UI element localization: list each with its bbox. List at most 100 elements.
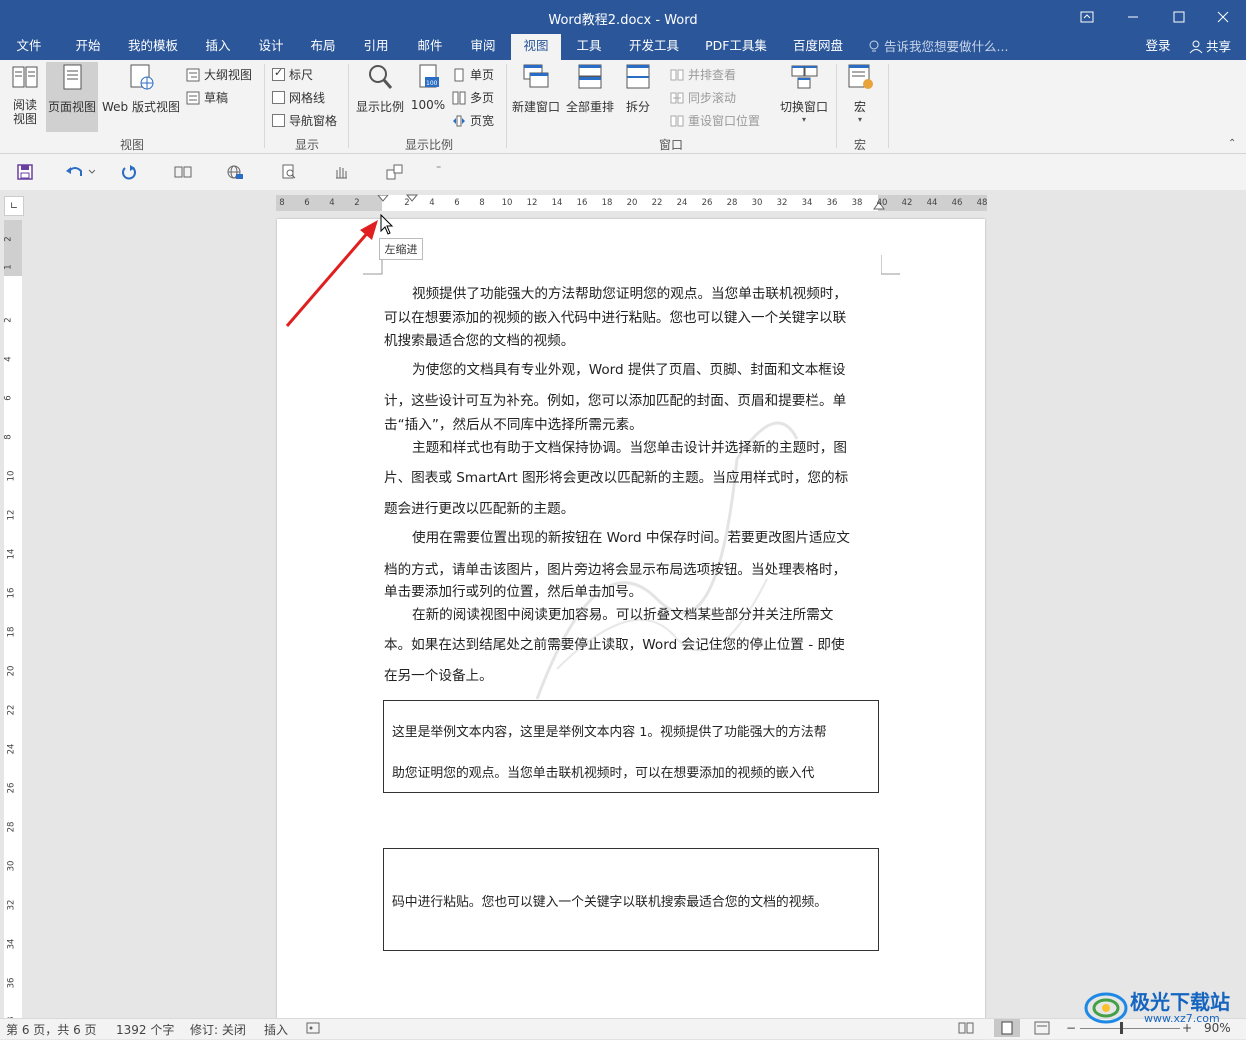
print-preview-button[interactable] <box>278 162 300 182</box>
page-count[interactable]: 第 6 页，共 6 页 <box>6 1021 97 1038</box>
text-box[interactable]: 码中进行粘贴。您也可以键入一个关键字以联机搜索最适合您的文档的视频。 <box>383 848 879 951</box>
navigation-pane-checkbox[interactable]: 导航窗格 <box>272 112 337 129</box>
synchronous-scrolling-button[interactable]: 同步滚动 <box>670 89 736 106</box>
touch-mode-button[interactable] <box>330 162 352 182</box>
side-by-side-qat-button[interactable] <box>172 162 194 182</box>
document-line[interactable]: 主题和样式也有助于文档保持协调。当您单击设计并选择新的主题时，图 <box>412 436 847 456</box>
tab-tools[interactable]: 工具 <box>564 34 614 60</box>
undo-button[interactable] <box>62 162 98 182</box>
tab-references[interactable]: 引用 <box>350 34 402 60</box>
document-line[interactable]: 档的方式，请单击该图片，图片旁边将会显示布局选项按钮。当处理表格时， <box>384 558 846 578</box>
ruler-tick-label: 14 <box>551 198 563 208</box>
document-line[interactable]: 可以在想要添加的视频的嵌入代码中进行粘贴。您也可以键入一个关键字以联 <box>384 306 846 326</box>
one-page-label: 单页 <box>470 68 495 82</box>
ruler-tick-label: 32 <box>776 198 788 208</box>
print-layout-button[interactable]: 页面视图 <box>46 62 98 132</box>
tab-home[interactable]: 开始 <box>62 34 114 60</box>
tell-me-box[interactable]: 告诉我您想要做什么... <box>868 34 1018 60</box>
document-line[interactable]: 击“插入”，然后从不同库中选择所需元素。 <box>384 413 643 433</box>
collapse-ribbon-icon[interactable]: ⌃ <box>1228 138 1236 149</box>
read-mode-button[interactable]: 阅读 视图 <box>4 62 46 126</box>
more-commands-button[interactable] <box>384 162 406 182</box>
redo-button[interactable] <box>118 162 140 182</box>
ruler-label: 标尺 <box>289 68 314 82</box>
web-layout-status-icon[interactable] <box>1034 1021 1050 1038</box>
document-line[interactable]: 计，这些设计可互为补充。例如，您可以添加匹配的封面、页眉和提要栏。单 <box>384 389 846 409</box>
tab-layout[interactable]: 布局 <box>298 34 348 60</box>
minimize-button[interactable] <box>1110 0 1156 34</box>
track-changes-status[interactable]: 修订: 关闭 <box>190 1021 246 1038</box>
tab-baidu-netdisk[interactable]: 百度网盘 <box>782 34 854 60</box>
magnifier-icon <box>369 65 393 89</box>
outline-view-button[interactable]: 大纲视图 <box>186 66 252 83</box>
vertical-ruler[interactable]: 212468101214161820222426283032343638 <box>4 220 22 1027</box>
document-line[interactable]: 题会进行更改以匹配新的主题。 <box>384 497 574 517</box>
web-layout-button[interactable]: Web 版式视图 <box>100 62 182 115</box>
zoom-level[interactable]: 90% <box>1204 1021 1231 1035</box>
tab-my-templates[interactable]: 我的模板 <box>118 34 188 60</box>
tab-file[interactable]: 文件 <box>4 34 54 60</box>
document-line[interactable]: 视频提供了功能强大的方法帮助您证明您的观点。当您单击联机视频时， <box>412 282 847 302</box>
zoom-label: 显示比例 <box>355 100 404 114</box>
show-group-label: 显示 <box>294 138 319 152</box>
multiple-pages-button[interactable]: 多页 <box>452 89 494 106</box>
zoom-100-button[interactable]: 100 100% <box>408 62 448 112</box>
tab-design[interactable]: 设计 <box>246 34 296 60</box>
text-box[interactable]: 这里是举例文本内容，这里是举例文本内容 1。视频提供了功能强大的方法帮 助您证明… <box>383 700 879 793</box>
tab-review[interactable]: 审阅 <box>458 34 508 60</box>
switch-windows-button[interactable]: 切换窗口 ▾ <box>776 62 832 124</box>
draft-view-button[interactable]: 草稿 <box>186 89 228 106</box>
zoom-out-button[interactable]: − <box>1066 1021 1076 1035</box>
tab-insert[interactable]: 插入 <box>192 34 244 60</box>
document-line[interactable]: 在新的阅读视图中阅读更加容易。可以折叠文档某些部分并关注所需文 <box>412 603 833 623</box>
web-qat-button[interactable] <box>224 162 246 182</box>
one-page-button[interactable]: 单页 <box>452 66 494 83</box>
save-button[interactable] <box>14 162 36 182</box>
new-window-button[interactable]: 新建窗口 <box>510 62 562 115</box>
document-line[interactable]: 单击要添加行或列的位置，然后单击加号。 <box>384 580 642 600</box>
qat-overflow-icon[interactable]: ⁼ <box>436 164 441 175</box>
view-side-by-side-button[interactable]: 并排查看 <box>670 66 736 83</box>
insert-mode[interactable]: 插入 <box>264 1021 288 1038</box>
first-line-indent-marker[interactable] <box>376 195 390 211</box>
arrange-all-button[interactable]: 全部重排 <box>564 62 616 115</box>
split-button[interactable]: 拆分 <box>620 62 656 115</box>
tab-developer[interactable]: 开发工具 <box>618 34 690 60</box>
two-pages-icon <box>174 166 192 178</box>
outline-label: 大纲视图 <box>204 68 253 82</box>
maximize-button[interactable] <box>1156 0 1202 34</box>
document-line[interactable]: 机搜索最适合您的文档的视频。 <box>384 329 574 349</box>
document-line[interactable]: 本。如果在达到结尾处之前需要停止读取，Word 会记住您的停止位置 - 即使 <box>384 633 845 653</box>
horizontal-ruler[interactable]: 8 6 4 2 2 4 6 8 10 12 14 16 18 20 22 24 26 28 30 32 34 36 38 40… <box>276 194 987 211</box>
ruler-checkbox[interactable]: 标尺 <box>272 66 313 83</box>
ruler-tick-label: 20 <box>626 198 638 208</box>
macro-recording-icon[interactable] <box>306 1021 320 1038</box>
zoom-button[interactable]: 显示比例 <box>354 62 406 115</box>
ruler-tick-label: 10 <box>501 198 513 208</box>
document-line[interactable]: 为使您的文档具有专业外观，Word 提供了页眉、页脚、封面和文本框设 <box>412 358 845 378</box>
zoom-slider[interactable] <box>1080 1028 1180 1029</box>
zoom-slider-thumb[interactable] <box>1120 1022 1123 1034</box>
document-line[interactable]: 在另一个设备上。 <box>384 664 493 684</box>
gridlines-checkbox[interactable]: 网格线 <box>272 89 325 106</box>
ribbon-display-icon[interactable] <box>1064 0 1110 34</box>
close-button[interactable] <box>1200 0 1246 34</box>
reset-window-position-button[interactable]: 重设窗口位置 <box>670 112 760 129</box>
window-group-label: 窗口 <box>658 138 683 152</box>
margin-corner-mark <box>881 255 900 275</box>
vertical-scrollbar[interactable] <box>1233 190 1246 1018</box>
zoom-in-button[interactable]: + <box>1182 1021 1192 1035</box>
login-link[interactable]: 登录 <box>1138 34 1178 60</box>
tab-selector[interactable]: ∟ <box>4 196 24 216</box>
tab-view[interactable]: 视图 <box>511 34 561 60</box>
tab-mailings[interactable]: 邮件 <box>404 34 456 60</box>
tab-pdf-tools[interactable]: PDF工具集 <box>694 34 778 60</box>
document-line[interactable]: 片、图表或 SmartArt 图形将会更改以匹配新的主题。当应用样式时，您的标 <box>384 466 848 486</box>
word-count[interactable]: 1392 个字 <box>116 1021 174 1038</box>
page-width-button[interactable]: 页宽 <box>452 112 494 129</box>
read-mode-status-icon[interactable] <box>958 1021 974 1038</box>
share-button[interactable]: 共享 <box>1180 34 1240 60</box>
macros-button[interactable]: 宏 ▾ <box>842 62 878 124</box>
document-line[interactable]: 使用在需要位置出现的新按钮在 Word 中保存时间。若要更改图片适应文 <box>412 526 850 546</box>
print-layout-status-icon[interactable] <box>994 1019 1020 1037</box>
